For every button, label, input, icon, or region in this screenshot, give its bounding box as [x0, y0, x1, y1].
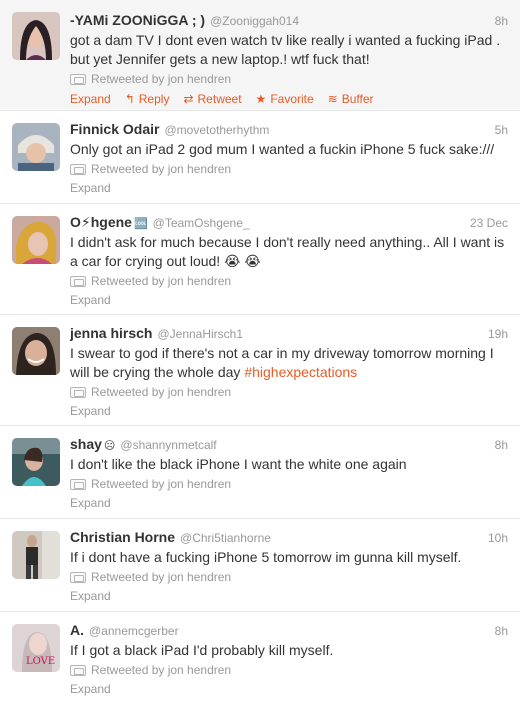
retweet-label: Retweet — [197, 92, 242, 106]
expand-link[interactable]: Expand — [70, 293, 508, 309]
author-handle[interactable]: @annemcgerber — [89, 624, 179, 638]
expand-link[interactable]: Expand — [70, 404, 508, 420]
retweeted-by-label[interactable]: Retweeted by jon hendren — [91, 162, 231, 176]
retweet-context: Retweeted by jon hendren — [70, 569, 508, 585]
tweet-text: I swear to god if there's not a car in m… — [70, 344, 508, 382]
retweet-badge-icon — [70, 275, 86, 287]
buffer-button[interactable]: ≋ Buffer — [328, 92, 374, 106]
hashtag-link[interactable]: #highexpectations — [244, 364, 357, 380]
retweeted-by-label[interactable]: Retweeted by jon hendren — [91, 385, 231, 399]
author-name[interactable]: O⚡hgene — [70, 214, 132, 231]
author-name[interactable]: shay — [70, 436, 102, 452]
retweeted-by-label[interactable]: Retweeted by jon hendren — [91, 570, 231, 584]
tweet-text: I didn't ask for much because I don't re… — [70, 234, 505, 269]
tweet[interactable]: Finnick Odair @movetotherhythm 5h Only g… — [0, 111, 520, 204]
retweet-button[interactable]: ⇄ Retweet — [183, 92, 241, 106]
tweet[interactable]: jenna hirsch @JennaHirsch1 19h I swear t… — [0, 315, 520, 426]
tweet[interactable]: shay ☹ @shannynmetcalf 8h I don't like t… — [0, 426, 520, 519]
expand-link[interactable]: Expand — [70, 589, 508, 605]
tweet-text: If I got a black iPad I'd probably kill … — [70, 642, 334, 658]
buffer-stack-icon: ≋ — [327, 92, 338, 106]
avatar-text: LOVE — [26, 656, 55, 667]
tweet-text: I don't like the black iPhone I want the… — [70, 456, 407, 472]
retweet-badge-icon — [70, 664, 86, 676]
author-name[interactable]: jenna hirsch — [70, 325, 152, 341]
avatar[interactable] — [12, 438, 60, 486]
reply-label: Reply — [138, 92, 170, 106]
author-handle[interactable]: @TeamOshgene_ — [153, 216, 250, 230]
author-handle[interactable]: @JennaHirsch1 — [157, 327, 243, 341]
retweet-context: Retweeted by jon hendren — [70, 71, 508, 87]
favorite-label: Favorite — [270, 92, 314, 106]
retweeted-by-label[interactable]: Retweeted by jon hendren — [91, 663, 231, 677]
expand-link[interactable]: Expand — [70, 682, 508, 698]
tweet-feed: -YAMi ZOONiGGA ; ) @Zooniggah014 8h got … — [0, 0, 520, 706]
reply-button[interactable]: ↰ Reply — [125, 92, 170, 106]
expand-link[interactable]: Expand — [70, 496, 508, 512]
favorite-button[interactable]: ★ Favorite — [256, 92, 314, 106]
avatar[interactable] — [12, 123, 60, 171]
author-name[interactable]: -YAMi ZOONiGGA ; ) — [70, 12, 205, 28]
tweet-text: Only got an iPad 2 god mum I wanted a fu… — [70, 141, 495, 157]
author-handle[interactable]: @movetotherhythm — [164, 123, 269, 137]
avatar[interactable]: LOVE — [12, 624, 60, 672]
tweet[interactable]: O⚡hgene 🆒 @TeamOshgene_ 23 Dec I didn't … — [0, 204, 520, 315]
reply-arrow-icon: ↰ — [124, 92, 135, 106]
tweet-header: A. @annemcgerber 8h — [70, 622, 508, 639]
author-handle[interactable]: @Chri5tianhorne — [180, 531, 271, 545]
tweet-text: got a dam TV I dont even watch tv like r… — [70, 32, 501, 67]
retweeted-by-label[interactable]: Retweeted by jon hendren — [91, 72, 231, 86]
tweet-header: shay ☹ @shannynmetcalf 8h — [70, 436, 508, 453]
timestamp[interactable]: 10h — [488, 531, 508, 545]
avatar[interactable] — [12, 531, 60, 579]
tweet-header: jenna hirsch @JennaHirsch1 19h — [70, 325, 508, 342]
retweet-context: Retweeted by jon hendren — [70, 273, 508, 289]
retweet-badge-icon — [70, 571, 86, 583]
author-handle[interactable]: @shannynmetcalf — [120, 438, 216, 452]
tweet-actions: Expand ↰ Reply ⇄ Retweet ★ Favorite ≋ Bu… — [70, 91, 508, 107]
avatar[interactable] — [12, 12, 60, 60]
retweeted-by-label[interactable]: Retweeted by jon hendren — [91, 477, 231, 491]
tweet-header: Christian Horne @Chri5tianhorne 10h — [70, 529, 508, 546]
retweet-context: Retweeted by jon hendren — [70, 384, 508, 400]
timestamp[interactable]: 23 Dec — [470, 216, 508, 230]
tweet-header: O⚡hgene 🆒 @TeamOshgene_ 23 Dec — [70, 214, 508, 231]
expand-link[interactable]: Expand — [70, 92, 111, 106]
retweet-badge-icon — [70, 386, 86, 398]
avatar[interactable] — [12, 327, 60, 375]
tweet[interactable]: Christian Horne @Chri5tianhorne 10h If i… — [0, 519, 520, 612]
tweet[interactable]: -YAMi ZOONiGGA ; ) @Zooniggah014 8h got … — [0, 0, 520, 111]
author-name[interactable]: Finnick Odair — [70, 121, 159, 137]
timestamp[interactable]: 8h — [495, 14, 508, 28]
cool-badge: 🆒 — [133, 218, 148, 230]
buffer-label: Buffer — [341, 92, 374, 106]
avatar[interactable] — [12, 216, 60, 264]
timestamp[interactable]: 8h — [495, 438, 508, 452]
timestamp[interactable]: 5h — [495, 123, 508, 137]
retweet-badge-icon — [70, 478, 86, 490]
retweet-badge-icon — [70, 73, 86, 85]
tweet[interactable]: LOVE A. @annemcgerber 8h If I got a blac… — [0, 612, 520, 706]
author-handle[interactable]: @Zooniggah014 — [210, 14, 299, 28]
star-icon: ★ — [255, 92, 267, 106]
retweeted-by-label[interactable]: Retweeted by jon hendren — [91, 274, 231, 288]
expand-link[interactable]: Expand — [70, 181, 508, 197]
tweet-text: If i dont have a fucking iPhone 5 tomorr… — [70, 549, 462, 565]
retweet-context: Retweeted by jon hendren — [70, 476, 508, 492]
tweet-header: -YAMi ZOONiGGA ; ) @Zooniggah014 8h — [70, 12, 508, 29]
retweet-context: Retweeted by jon hendren — [70, 662, 508, 678]
retweet-context: Retweeted by jon hendren — [70, 161, 508, 177]
timestamp[interactable]: 8h — [495, 624, 508, 638]
timestamp[interactable]: 19h — [488, 327, 508, 341]
author-name[interactable]: A. — [70, 622, 84, 638]
tweet-header: Finnick Odair @movetotherhythm 5h — [70, 121, 508, 138]
author-name[interactable]: Christian Horne — [70, 529, 175, 545]
retweet-badge-icon — [70, 163, 86, 175]
sad-face-badge: ☹ — [103, 440, 116, 452]
retweet-icon: ⇄ — [183, 92, 194, 106]
